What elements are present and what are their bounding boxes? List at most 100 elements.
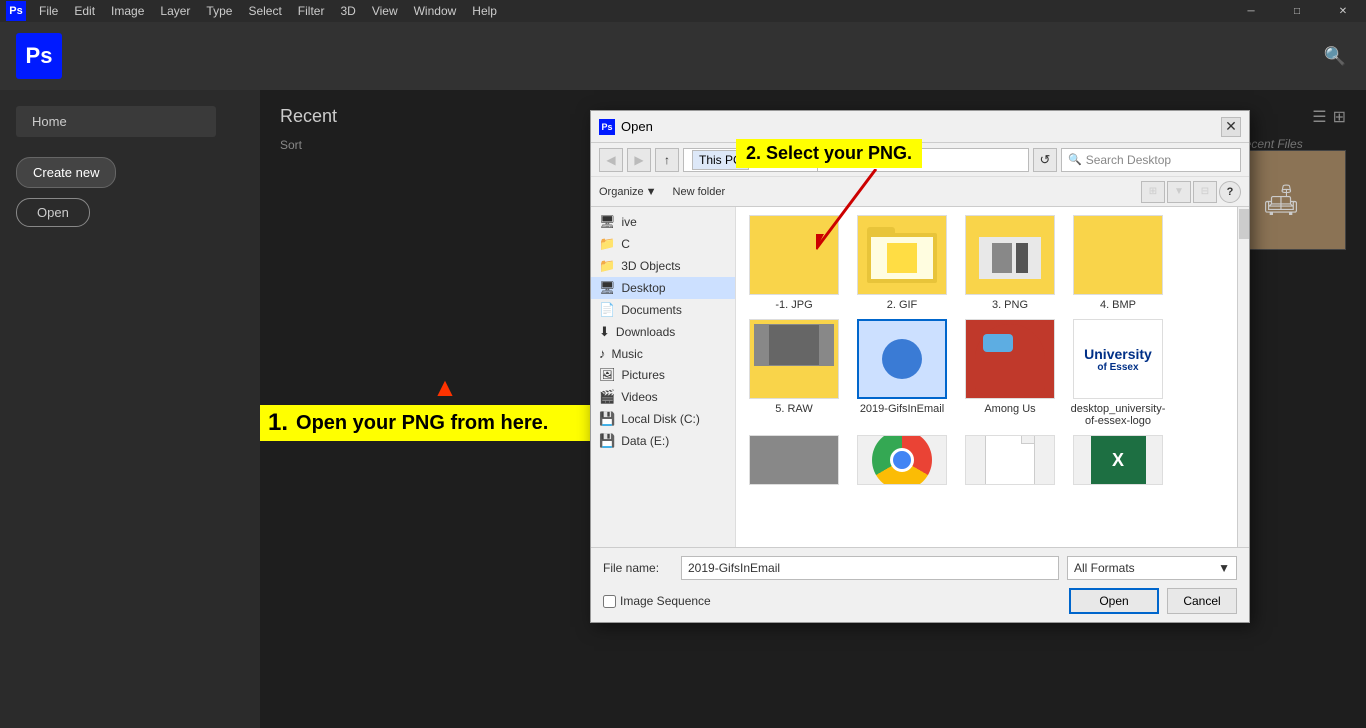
nav-dl-label: Downloads <box>616 325 675 339</box>
grid-view-icon[interactable]: ⊞ <box>1333 107 1346 127</box>
file-item-imgpartial[interactable] <box>744 435 844 489</box>
files-row1: -1. JPG <box>744 215 1241 311</box>
nav-item-3dobjects[interactable]: 📁 3D Objects <box>591 255 735 277</box>
dialog-nav-toolbar: Organize ▼ New folder ⊞ ▼ ⊟ ? <box>591 177 1249 207</box>
home-button[interactable]: Home <box>16 106 216 137</box>
image-sequence-checkbox[interactable] <box>603 595 616 608</box>
path-desktop: Desktop <box>761 153 805 167</box>
dialog-body: 🖥 ive 📁 C 📁 3D Objects 🖥 <box>591 207 1249 547</box>
path-separator2: › <box>809 153 813 167</box>
nav-item-drive[interactable]: 🖥 ive <box>591 211 735 233</box>
file-item-excel[interactable]: X <box>1068 435 1168 489</box>
refresh-button[interactable]: ↺ <box>1033 148 1057 172</box>
folder-body-bmp <box>1083 233 1153 283</box>
dialog-close-button[interactable]: ✕ <box>1221 117 1241 137</box>
menu-file[interactable]: File <box>32 2 65 20</box>
file-item-jpg[interactable]: -1. JPG <box>744 215 844 311</box>
open-button[interactable]: Open <box>16 198 90 227</box>
forward-button[interactable]: ▶ <box>627 148 651 172</box>
menu-view[interactable]: View <box>365 2 405 20</box>
nav-drive-label: ive <box>622 215 637 229</box>
scrollbar-vertical[interactable] <box>1237 207 1249 547</box>
cancel-button[interactable]: Cancel <box>1167 588 1237 614</box>
file-thumb-gifs <box>857 319 947 399</box>
nav-datae-icon: 💾 <box>599 433 615 449</box>
nav-item-c[interactable]: 📁 C <box>591 233 735 255</box>
file-name-jpg: -1. JPG <box>775 299 812 311</box>
up-button[interactable]: ↑ <box>655 148 679 172</box>
step1-text: Open your PNG from here. <box>296 412 548 435</box>
file-item-among-us[interactable]: Among Us <box>960 319 1060 427</box>
nav-pane: 🖥 ive 📁 C 📁 3D Objects 🖥 <box>591 207 736 547</box>
menu-3d[interactable]: 3D <box>333 2 362 20</box>
file-item-gifs-in-email[interactable]: 2019-GifsInEmail <box>852 319 952 427</box>
file-item-raw[interactable]: 5. RAW <box>744 319 844 427</box>
nav-item-datae[interactable]: 💾 Data (E:) <box>591 430 735 452</box>
nav-3d-icon: 📁 <box>599 258 615 274</box>
dialog-view-dropdown[interactable]: ▼ <box>1167 181 1191 203</box>
image-sequence-check[interactable]: Image Sequence <box>603 594 711 608</box>
nav-dl-icon: ⬇ <box>599 324 610 340</box>
file-item-essex[interactable]: University of Essex desktop_university-o… <box>1068 319 1168 427</box>
search-icon[interactable]: 🔍 <box>1324 46 1346 67</box>
open-action-button[interactable]: Open <box>1069 588 1159 614</box>
file-name-png: 3. PNG <box>992 299 1028 311</box>
nav-item-localc[interactable]: 💾 Local Disk (C:) <box>591 408 735 430</box>
menu-select[interactable]: Select <box>241 2 288 20</box>
organize-button[interactable]: Organize ▼ <box>599 186 657 198</box>
menu-type[interactable]: Type <box>199 2 239 20</box>
nav-pics-label: Pictures <box>622 368 665 382</box>
menu-image[interactable]: Image <box>104 2 151 20</box>
path-bar[interactable]: This PC › Desktop › ▼ <box>683 148 1029 172</box>
nav-item-videos[interactable]: 🎬 Videos <box>591 386 735 408</box>
create-new-button[interactable]: Create new <box>16 157 116 188</box>
file-item-doc[interactable] <box>960 435 1060 489</box>
step1-label: 1. Open your PNG from here. <box>260 405 600 441</box>
nav-item-downloads[interactable]: ⬇ Downloads <box>591 321 735 343</box>
menu-window[interactable]: Window <box>407 2 464 20</box>
photoshop-icon: Ps <box>6 1 26 21</box>
folder-icon-bmp <box>1083 227 1153 283</box>
nav-vid-icon: 🎬 <box>599 389 615 405</box>
dialog-toolbar: ◀ ▶ ↑ This PC › Desktop › ▼ ↺ 🔍 Search D… <box>591 143 1249 177</box>
file-name-bmp: 4. BMP <box>1100 299 1136 311</box>
nav-vid-label: Videos <box>621 390 657 404</box>
minimize-button[interactable]: ─ <box>1228 0 1274 22</box>
dialog-view-tiles[interactable]: ⊟ <box>1193 181 1217 203</box>
menu-layer[interactable]: Layer <box>153 2 197 20</box>
back-button[interactable]: ◀ <box>599 148 623 172</box>
nav-c-label: C <box>621 237 630 251</box>
nav-item-music[interactable]: ♪ Music <box>591 343 735 364</box>
nav-item-desktop[interactable]: 🖥 Desktop <box>591 277 735 299</box>
file-thumb-raw <box>749 319 839 399</box>
maximize-button[interactable]: □ <box>1274 0 1320 22</box>
file-item-png[interactable]: 3. PNG <box>960 215 1060 311</box>
path-dropdown[interactable]: ▼ <box>817 148 837 172</box>
nav-3d-label: 3D Objects <box>621 259 680 273</box>
menu-edit[interactable]: Edit <box>67 2 102 20</box>
recent-title: Recent <box>280 106 337 127</box>
action-row: Image Sequence Open Cancel <box>603 588 1237 614</box>
nav-item-documents[interactable]: 📄 Documents <box>591 299 735 321</box>
window-controls: ─ □ ✕ <box>1228 0 1366 22</box>
close-button[interactable]: ✕ <box>1320 0 1366 22</box>
filename-input[interactable] <box>681 556 1059 580</box>
format-dropdown-icon: ▼ <box>1218 561 1230 575</box>
format-label: All Formats <box>1074 561 1135 575</box>
path-this-pc[interactable]: This PC <box>692 150 749 170</box>
organize-chevron: ▼ <box>646 186 657 198</box>
menu-filter[interactable]: Filter <box>291 2 332 20</box>
file-item-chrome[interactable] <box>852 435 952 489</box>
nav-c-icon: 📁 <box>599 236 615 252</box>
file-item-bmp[interactable]: 4. BMP <box>1068 215 1168 311</box>
list-view-icon[interactable]: ☰ <box>1312 107 1326 127</box>
file-item-gif[interactable]: 2. GIF <box>852 215 952 311</box>
dialog-help-button[interactable]: ? <box>1219 181 1241 203</box>
step1-arrow-icon: ▲ <box>432 372 458 402</box>
menu-help[interactable]: Help <box>465 2 504 20</box>
dialog-view-toggle[interactable]: ⊞ <box>1141 181 1165 203</box>
search-bar[interactable]: 🔍 Search Desktop <box>1061 148 1241 172</box>
nav-item-pictures[interactable]: 🖼 Pictures <box>591 364 735 386</box>
new-folder-button[interactable]: New folder <box>673 186 726 198</box>
format-select[interactable]: All Formats ▼ <box>1067 556 1237 580</box>
